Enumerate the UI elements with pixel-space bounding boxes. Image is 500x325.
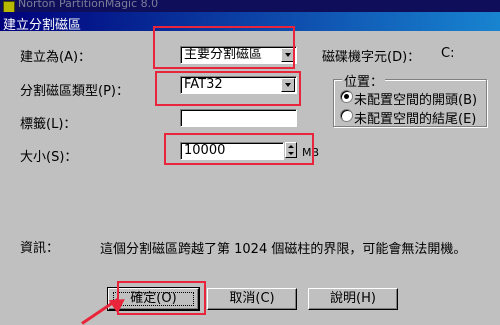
help-button-label: 說明(H)	[330, 291, 376, 306]
info-label: 資訊：	[20, 241, 60, 256]
cancel-button[interactable]: 取消(C)	[207, 288, 297, 310]
radio-beginning-label[interactable]: 未配置空間的開頭(B)	[354, 89, 477, 108]
highlight-size	[164, 133, 314, 165]
cancel-button-label: 取消(C)	[229, 291, 275, 306]
background-window-title: Norton PartitionMagic 8.0	[18, 0, 159, 10]
help-button[interactable]: 說明(H)	[308, 288, 398, 310]
position-legend: 位置：	[342, 71, 386, 90]
drive-letter-value: C:	[441, 46, 455, 61]
create-as-label: 建立為(A)：	[20, 50, 92, 65]
volume-label-input[interactable]	[180, 109, 297, 127]
drive-letter-label: 磁碟機字元(D)：	[322, 50, 421, 65]
radio-end-label[interactable]: 未配置空間的結尾(E)	[354, 108, 476, 127]
highlight-partition-type	[155, 71, 301, 106]
partition-type-label: 分割磁區類型(P)：	[20, 84, 129, 99]
dialog-title: 建立分割磁區	[3, 18, 82, 33]
radio-beginning[interactable]	[340, 90, 353, 103]
background-window-titlebar: Norton PartitionMagic 8.0	[0, 0, 500, 12]
radio-end[interactable]	[340, 109, 353, 122]
volume-label-label: 標籤(L)：	[20, 117, 77, 132]
highlight-create-as	[153, 26, 295, 69]
size-label: 大小(S)：	[20, 150, 78, 165]
highlight-ok-button	[117, 281, 206, 315]
app-icon	[3, 1, 15, 12]
info-message: 這個分割磁區跨越了第 1024 個磁柱的界限，可能會無法開機。	[100, 242, 467, 257]
